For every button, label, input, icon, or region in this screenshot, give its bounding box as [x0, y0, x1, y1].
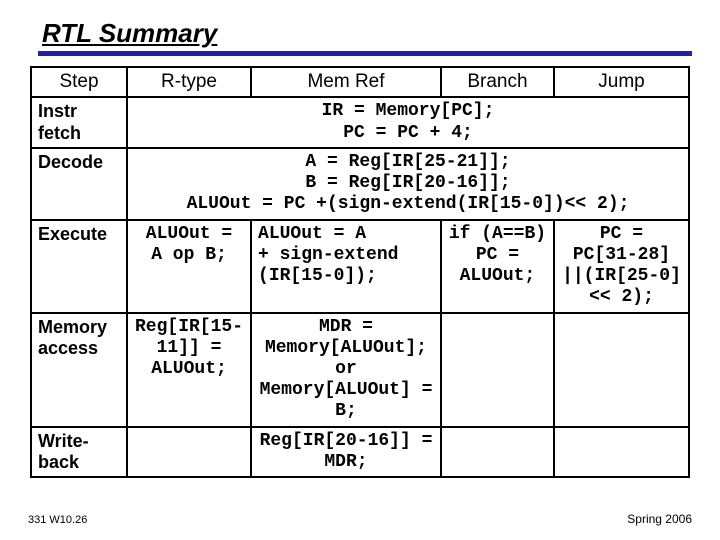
fetch-rtl: IR = Memory[PC]; PC = PC + 4;: [127, 97, 689, 147]
step-label-writeback: Write- back: [31, 427, 127, 477]
writeback-branch: [441, 427, 554, 477]
row-execute: Execute ALUOut = A op B; ALUOut = A + si…: [31, 220, 689, 313]
footer-left: 331 W10.26: [28, 514, 87, 526]
col-rtype: R-type: [127, 67, 251, 97]
writeback-memref: Reg[IR[20-16]] = MDR;: [251, 427, 441, 477]
slide-title: RTL Summary: [38, 18, 217, 48]
col-jump: Jump: [554, 67, 689, 97]
decode-rtl: A = Reg[IR[25-21]]; B = Reg[IR[20-16]]; …: [127, 148, 689, 220]
row-writeback: Write- back Reg[IR[20-16]] = MDR;: [31, 427, 689, 477]
memory-memref: MDR = Memory[ALUOut]; or Memory[ALUOut] …: [251, 313, 441, 427]
writeback-rtype: [127, 427, 251, 477]
row-decode: Decode A = Reg[IR[25-21]]; B = Reg[IR[20…: [31, 148, 689, 220]
writeback-jump: [554, 427, 689, 477]
footer-right: Spring 2006: [627, 512, 692, 526]
col-branch: Branch: [441, 67, 554, 97]
col-step: Step: [31, 67, 127, 97]
step-label-execute: Execute: [31, 220, 127, 313]
execute-rtype: ALUOut = A op B;: [127, 220, 251, 313]
memory-rtype: Reg[IR[15- 11]] = ALUOut;: [127, 313, 251, 427]
row-memory-access: Memory access Reg[IR[15- 11]] = ALUOut; …: [31, 313, 689, 427]
step-label-memory: Memory access: [31, 313, 127, 427]
execute-memref: ALUOut = A + sign-extend (IR[15-0]);: [251, 220, 441, 313]
table-header-row: Step R-type Mem Ref Branch Jump: [31, 67, 689, 97]
row-instr-fetch: Instr fetch IR = Memory[PC]; PC = PC + 4…: [31, 97, 689, 147]
execute-jump: PC = PC[31-28] ||(IR[25-0] << 2);: [554, 220, 689, 313]
col-memref: Mem Ref: [251, 67, 441, 97]
step-label-fetch: Instr fetch: [31, 97, 127, 147]
step-label-decode: Decode: [31, 148, 127, 220]
title-underline: RTL Summary: [38, 18, 692, 56]
slide: RTL Summary Step R-type Mem Ref Branch J…: [0, 0, 720, 540]
memory-jump: [554, 313, 689, 427]
execute-branch: if (A==B) PC = ALUOut;: [441, 220, 554, 313]
rtl-summary-table: Step R-type Mem Ref Branch Jump Instr fe…: [30, 66, 690, 478]
memory-branch: [441, 313, 554, 427]
